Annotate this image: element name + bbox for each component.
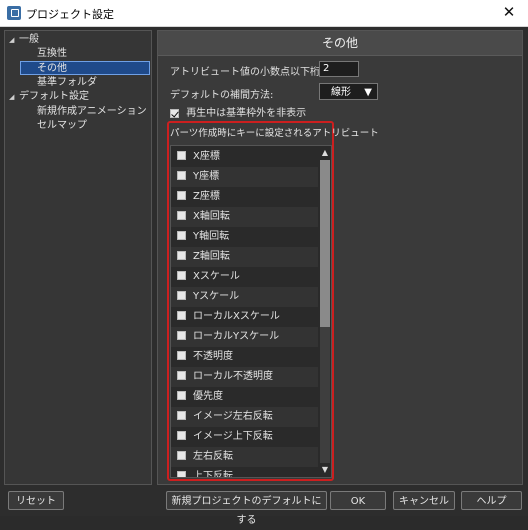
attribute-row[interactable]: X軸回転 [171, 207, 318, 227]
tree-item-label: デフォルト設定 [19, 91, 89, 102]
attribute-row[interactable]: 不透明度 [171, 347, 318, 367]
scroll-down-icon[interactable]: ▼ [318, 463, 331, 477]
attribute-checkbox[interactable] [177, 390, 186, 400]
attribute-label: 優先度 [193, 391, 223, 402]
attribute-group-label: パーツ作成時にキーに設定されるアトリビュート [170, 128, 379, 139]
attribute-checkbox[interactable] [177, 410, 186, 420]
attribute-label: Z座標 [193, 191, 220, 202]
attribute-checkbox[interactable] [177, 310, 186, 320]
attribute-row[interactable]: ローカルXスケール [171, 307, 318, 327]
attribute-checkbox[interactable] [177, 210, 186, 220]
hide-ref-frame-label: 再生中は基準枠外を非表示 [186, 108, 307, 119]
expand-triangle-icon[interactable]: ◢ [9, 33, 19, 47]
decimal-places-label: アトリビュート値の小数点以下桁数: [170, 67, 334, 78]
attribute-checkbox[interactable] [177, 250, 186, 260]
settings-tree: ◢ 一般 互換性 その他 基準フォルダ ◢ デフォルト設定 新規作成アニメーション … [4, 30, 152, 485]
ok-button[interactable]: OK [330, 491, 386, 510]
attribute-label: 左右反転 [193, 451, 233, 462]
app-icon [7, 6, 21, 20]
interpolation-select[interactable]: 線形 ▼ [319, 83, 378, 100]
tree-item-label: 基準フォルダ [37, 77, 97, 88]
interpolation-label: デフォルトの補間方法: [170, 90, 274, 101]
attribute-label: ローカルXスケール [193, 311, 280, 322]
scroll-up-icon[interactable]: ▲ [318, 146, 331, 160]
attribute-label: X軸回転 [193, 211, 230, 222]
decimal-places-input[interactable]: 2 [319, 61, 359, 77]
tree-item-other[interactable]: その他 [20, 61, 150, 75]
attribute-label: ローカル不透明度 [193, 371, 273, 382]
tree-item-new-animation[interactable]: 新規作成アニメーション [37, 105, 147, 119]
tree-item-label: 互換性 [37, 48, 67, 59]
title-bar: プロジェクト設定 ✕ [0, 0, 528, 27]
attribute-checkbox[interactable] [177, 190, 186, 200]
attribute-row[interactable]: イメージ上下反転 [171, 427, 318, 447]
window-title: プロジェクト設定 [26, 8, 114, 21]
attribute-row[interactable]: Z座標 [171, 187, 318, 207]
tree-item-base-folder[interactable]: 基準フォルダ [37, 76, 97, 90]
tree-item-general[interactable]: ◢ 一般 [9, 33, 39, 47]
dialog-body: ◢ 一般 互換性 その他 基準フォルダ ◢ デフォルト設定 新規作成アニメーション … [0, 27, 528, 526]
attribute-row[interactable]: Xスケール [171, 267, 318, 287]
attribute-list[interactable]: X座標 Y座標 Z座標 X軸回転 Y軸回転 Z軸回転 Xスケール YスケールローカルXスケール… [170, 145, 332, 478]
attribute-label: Xスケール [193, 271, 240, 282]
set-default-button[interactable]: 新規プロジェクトのデフォルトにする [166, 491, 327, 526]
attribute-row[interactable]: Yスケール [171, 287, 318, 307]
attribute-checkbox[interactable] [177, 430, 186, 440]
attribute-row[interactable]: Y軸回転 [171, 227, 318, 247]
attribute-checkbox[interactable] [177, 470, 186, 477]
attribute-label: Z軸回転 [193, 251, 230, 262]
attribute-row[interactable]: 優先度 [171, 387, 318, 407]
attribute-row[interactable]: イメージ左右反転 [171, 407, 318, 427]
attribute-label: Yスケール [193, 291, 240, 302]
help-button[interactable]: ヘルプ [461, 491, 522, 510]
attribute-checkbox[interactable] [177, 370, 186, 380]
attribute-row[interactable]: Z軸回転 [171, 247, 318, 267]
expand-triangle-icon[interactable]: ◢ [9, 90, 19, 104]
hide-ref-frame-option[interactable]: 再生中は基準枠外を非表示 [170, 104, 306, 119]
attribute-checkbox[interactable] [177, 290, 186, 300]
attribute-checkbox[interactable] [177, 330, 186, 340]
attribute-list-scrollbar[interactable]: ▲ ▼ [318, 146, 331, 477]
tree-item-label: その他 [37, 63, 67, 74]
attribute-row[interactable]: ローカル不透明度 [171, 367, 318, 387]
attribute-row[interactable]: X座標 [171, 147, 318, 167]
attribute-row[interactable]: 左右反転 [171, 447, 318, 467]
attribute-checkbox[interactable] [177, 150, 186, 160]
attribute-label: ローカルYスケール [193, 331, 280, 342]
scroll-thumb[interactable] [320, 160, 330, 327]
attribute-checkbox[interactable] [177, 230, 186, 240]
attribute-label: イメージ上下反転 [193, 431, 273, 442]
tree-item-cellmap[interactable]: セルマップ [37, 119, 87, 133]
attribute-row[interactable]: ローカルYスケール [171, 327, 318, 347]
attribute-checkbox[interactable] [177, 450, 186, 460]
tree-item-label: セルマップ [37, 120, 87, 131]
attribute-label: Y軸回転 [193, 231, 230, 242]
hide-ref-frame-checkbox[interactable] [170, 108, 179, 118]
attribute-row[interactable]: 上下反転 [171, 467, 318, 478]
dropdown-arrow-icon: ▼ [364, 87, 372, 98]
attribute-label: 上下反転 [193, 471, 233, 478]
tree-item-default-settings[interactable]: ◢ デフォルト設定 [9, 90, 89, 104]
reset-button[interactable]: リセット [8, 491, 64, 510]
attribute-checkbox[interactable] [177, 270, 186, 280]
attribute-label: Y座標 [193, 171, 220, 182]
tree-item-label: 新規作成アニメーション [37, 106, 147, 117]
panel-title: その他 [158, 31, 522, 56]
attribute-row[interactable]: Y座標 [171, 167, 318, 187]
attribute-checkbox[interactable] [177, 350, 186, 360]
close-icon[interactable]: ✕ [500, 3, 518, 21]
cancel-button[interactable]: キャンセル [393, 491, 455, 510]
interpolation-value: 線形 [331, 87, 351, 98]
tree-item-compatibility[interactable]: 互換性 [37, 47, 67, 61]
tree-item-label: 一般 [19, 34, 39, 45]
attribute-label: X座標 [193, 151, 220, 162]
attribute-checkbox[interactable] [177, 170, 186, 180]
attribute-label: 不透明度 [193, 351, 233, 362]
attribute-label: イメージ左右反転 [193, 411, 273, 422]
